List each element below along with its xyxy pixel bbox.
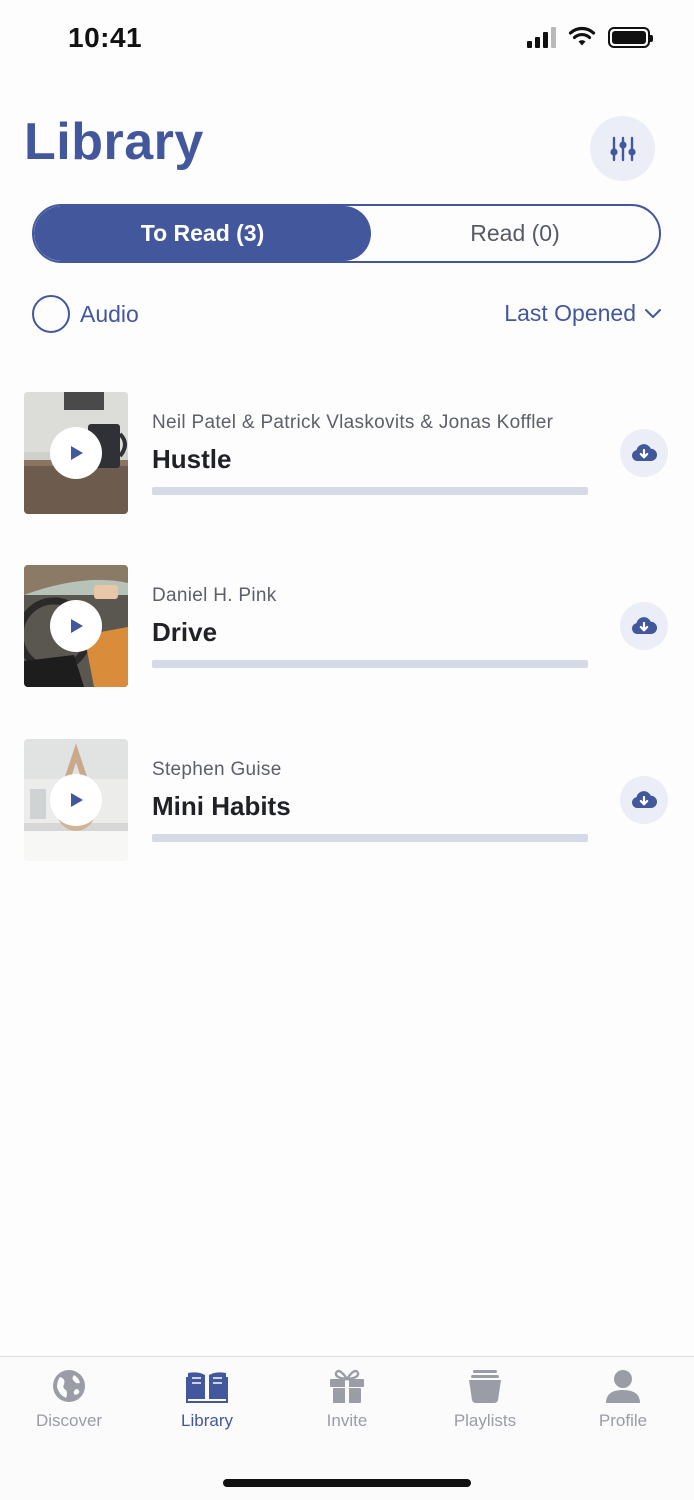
tab-discover[interactable]: Discover	[14, 1369, 124, 1431]
globe-icon	[53, 1370, 85, 1402]
chevron-down-icon	[645, 308, 661, 318]
download-button[interactable]	[620, 602, 668, 650]
gift-icon	[330, 1369, 364, 1403]
tab-invite[interactable]: Invite	[292, 1369, 402, 1431]
status-time: 10:41	[68, 22, 143, 53]
status-icons	[527, 26, 653, 48]
library-screen: 10:41 Library To Read (3) Read (0) Audio…	[0, 0, 694, 1500]
book-title: Mini Habits	[152, 791, 291, 821]
book-author: Neil Patel & Patrick Vlaskovits & Jonas …	[152, 412, 554, 433]
tab-to-read[interactable]: To Read (3)	[34, 206, 371, 261]
cloud-download-icon	[631, 617, 657, 634]
page-title: Library	[24, 113, 204, 171]
download-button[interactable]	[620, 776, 668, 824]
sliders-icon	[609, 136, 636, 161]
cloud-download-icon	[631, 791, 657, 808]
tab-label-playlists: Playlists	[453, 1411, 517, 1430]
book-icon	[186, 1372, 228, 1403]
book-title: Drive	[152, 617, 218, 647]
play-icon	[71, 619, 83, 633]
battery-icon	[608, 26, 653, 48]
book-cover-image[interactable]	[24, 565, 128, 687]
wifi-icon	[568, 26, 596, 46]
book-title: Hustle	[152, 444, 232, 474]
play-button[interactable]	[50, 600, 102, 652]
filter-button[interactable]	[590, 116, 655, 181]
sort-dropdown[interactable]: Last Opened	[504, 300, 662, 327]
play-icon	[71, 793, 83, 807]
cloud-download-icon	[631, 444, 657, 461]
sort-label: Last Opened	[504, 300, 636, 326]
list-item-book[interactable]: Daniel H. Pink Drive	[0, 565, 694, 687]
reading-status-segmented-control: To Read (3) Read (0)	[32, 204, 661, 263]
audio-label: Audio	[80, 300, 139, 327]
play-button[interactable]	[50, 427, 102, 479]
play-icon	[71, 446, 83, 460]
play-button[interactable]	[50, 774, 102, 826]
audio-filter-toggle[interactable]: Audio	[32, 295, 139, 333]
download-button[interactable]	[620, 429, 668, 477]
tab-playlists[interactable]: Playlists	[430, 1369, 540, 1431]
reading-progress-bar	[152, 834, 588, 842]
reading-progress-bar	[152, 487, 588, 495]
tab-label-profile: Profile	[598, 1411, 648, 1430]
book-author: Stephen Guise	[152, 759, 282, 780]
tab-library[interactable]: Library	[152, 1369, 262, 1431]
book-cover-image[interactable]	[24, 392, 128, 514]
list-item-book[interactable]: Neil Patel & Patrick Vlaskovits & Jonas …	[0, 392, 694, 514]
list-item-book[interactable]: Stephen Guise Mini Habits	[0, 739, 694, 861]
tab-profile[interactable]: Profile	[568, 1369, 678, 1431]
home-indicator	[223, 1479, 471, 1487]
tab-label-library: Library	[181, 1411, 233, 1430]
book-cover-image[interactable]	[24, 739, 128, 861]
tab-read[interactable]: Read (0)	[371, 206, 659, 261]
cellular-signal-icon	[527, 26, 556, 48]
tab-label-invite: Invite	[326, 1411, 368, 1430]
playlist-stack-icon	[469, 1370, 501, 1403]
reading-progress-bar	[152, 660, 588, 668]
book-author: Daniel H. Pink	[152, 585, 277, 606]
audio-radio-button[interactable]	[32, 295, 70, 333]
tab-label-discover: Discover	[35, 1411, 103, 1430]
person-icon	[606, 1370, 640, 1403]
